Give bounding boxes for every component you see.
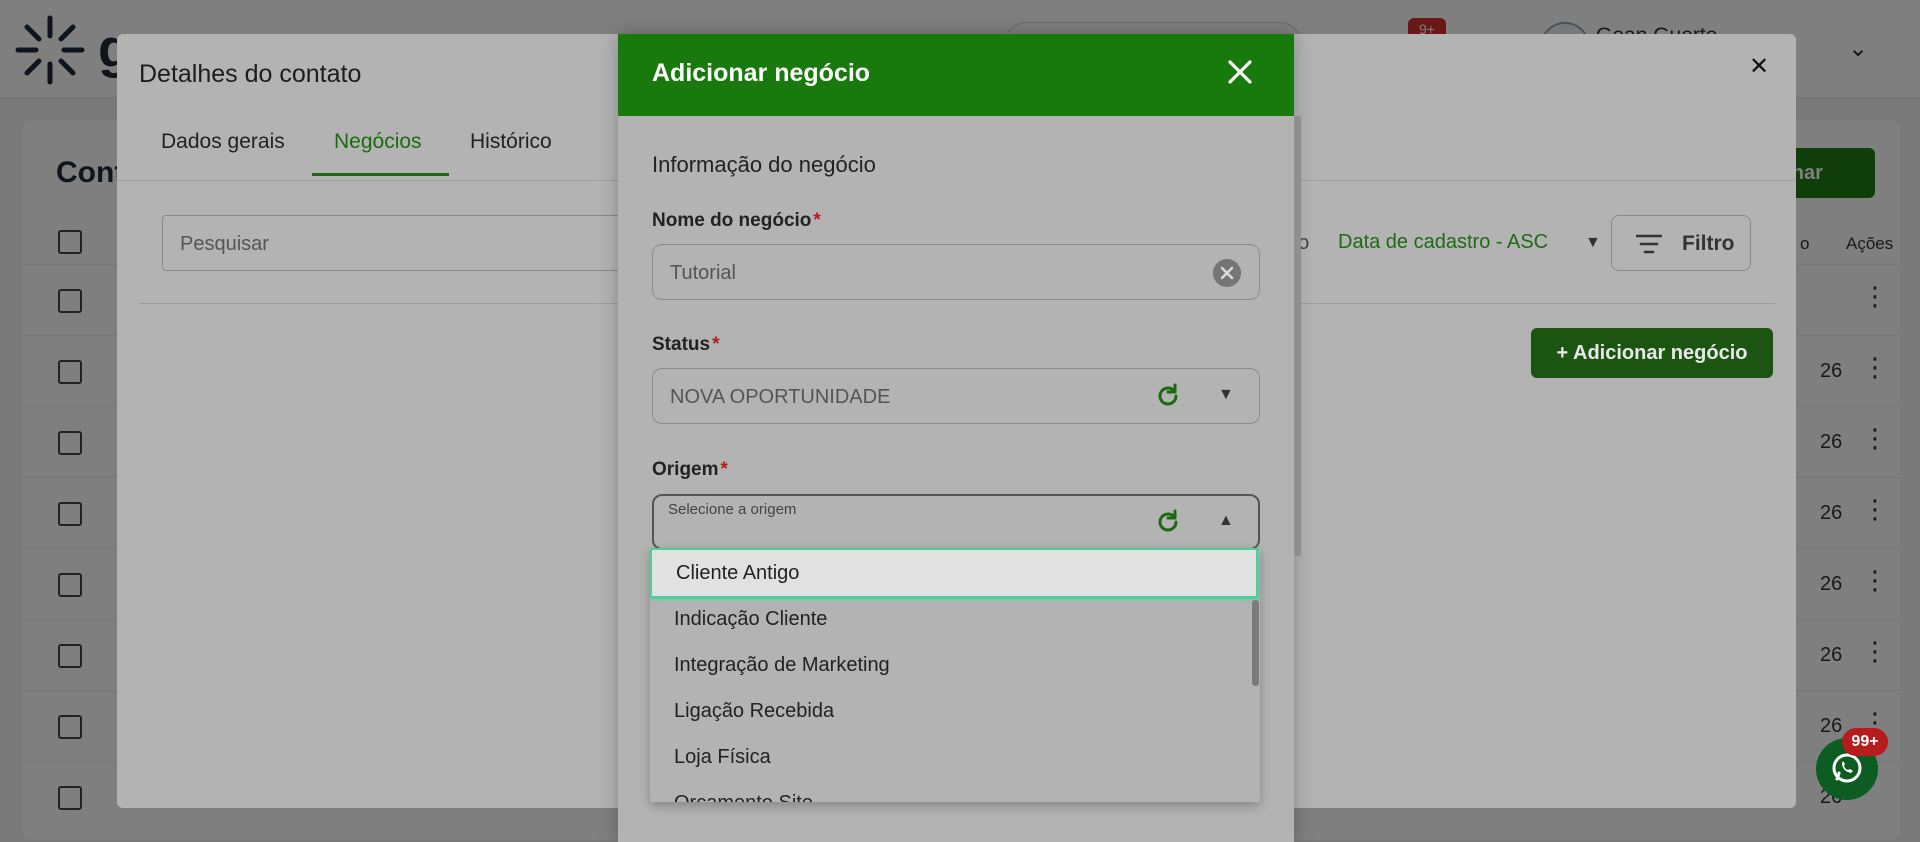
- refresh-icon[interactable]: [1154, 508, 1182, 536]
- tab-negocios[interactable]: Negócios: [312, 130, 449, 176]
- origin-label-text: Origem: [652, 459, 719, 480]
- status-value: NOVA OPORTUNIDADE: [670, 386, 891, 408]
- origin-placeholder: Selecione a origem: [668, 501, 797, 518]
- contact-modal-title: Detalhes do contato: [139, 60, 362, 88]
- origin-label: Origem *: [652, 459, 728, 481]
- deal-name-value: Tutorial: [670, 262, 736, 284]
- required-mark: *: [813, 210, 821, 231]
- sort-select[interactable]: Data de cadastro - ASC: [1338, 231, 1548, 254]
- filter-icon: [1636, 234, 1662, 254]
- origin-option-ligacao-recebida[interactable]: Ligação Recebida: [650, 688, 1260, 734]
- section-title: Informação do negócio: [652, 152, 876, 177]
- tab-dados-gerais[interactable]: Dados gerais: [161, 130, 301, 176]
- close-icon[interactable]: ✕: [1749, 52, 1769, 81]
- origin-option-indicacao-cliente[interactable]: Indicação Cliente: [650, 596, 1260, 642]
- modal-scrollbar[interactable]: [1294, 116, 1301, 556]
- whatsapp-badge: 99+: [1842, 728, 1888, 756]
- clear-icon[interactable]: [1213, 259, 1241, 287]
- deal-name-input[interactable]: Tutorial: [652, 244, 1260, 300]
- caret-up-icon[interactable]: ▲: [1218, 512, 1234, 530]
- dropdown-scrollbar[interactable]: [1252, 600, 1259, 686]
- refresh-icon[interactable]: [1154, 382, 1182, 410]
- caret-down-icon[interactable]: ▼: [1218, 386, 1234, 404]
- add-deal-button[interactable]: + Adicionar negócio: [1531, 328, 1773, 378]
- deal-name-label-text: Nome do negócio: [652, 210, 812, 231]
- origin-dropdown-list: Cliente Antigo Indicação Cliente Integra…: [650, 548, 1260, 802]
- status-label-text: Status: [652, 334, 711, 355]
- status-label: Status *: [652, 334, 719, 356]
- origin-option-orcamento-site[interactable]: Orçamento Site: [650, 780, 1260, 802]
- filter-label: Filtro: [1682, 232, 1735, 255]
- required-mark: *: [712, 334, 720, 355]
- close-icon[interactable]: [1222, 54, 1258, 90]
- deal-name-label: Nome do negócio *: [652, 210, 821, 232]
- add-deal-header: Adicionar negócio: [618, 34, 1294, 116]
- tab-historico[interactable]: Histórico: [470, 130, 580, 176]
- required-mark: *: [720, 459, 728, 480]
- add-deal-title: Adicionar negócio: [652, 59, 871, 87]
- origin-option-cliente-antigo[interactable]: Cliente Antigo: [652, 550, 1256, 596]
- origin-option-loja-fisica[interactable]: Loja Física: [650, 734, 1260, 780]
- origin-option-integracao-marketing[interactable]: Integração de Marketing: [650, 642, 1260, 688]
- filter-button[interactable]: Filtro: [1611, 215, 1751, 271]
- caret-down-icon[interactable]: ▼: [1585, 234, 1601, 252]
